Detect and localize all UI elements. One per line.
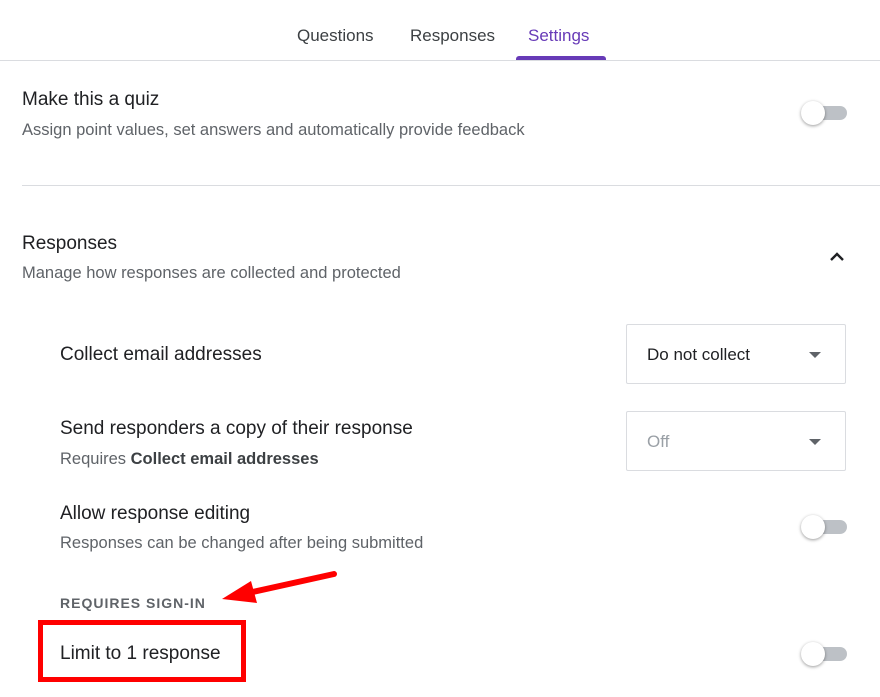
- tab-questions[interactable]: Questions: [297, 26, 374, 46]
- quiz-description: Assign point values, set answers and aut…: [22, 121, 525, 139]
- send-copy-selected-value: Off: [647, 432, 670, 451]
- collect-email-selected-value: Do not collect: [647, 345, 750, 364]
- allow-editing-description: Responses can be changed after being sub…: [60, 534, 424, 552]
- allow-editing-label: Allow response editing: [60, 503, 251, 524]
- responses-section-description: Manage how responses are collected and p…: [22, 264, 401, 282]
- quiz-title: Make this a quiz: [22, 89, 160, 110]
- toggle-thumb: [801, 101, 825, 125]
- chevron-up-icon[interactable]: [827, 248, 847, 264]
- tab-settings[interactable]: Settings: [528, 26, 589, 46]
- annotation-arrow-icon: [222, 571, 337, 603]
- send-copy-requirement-bold: Collect email addresses: [130, 450, 319, 468]
- toggle-thumb: [801, 515, 825, 539]
- tab-responses[interactable]: Responses: [410, 26, 495, 46]
- collect-email-select[interactable]: Do not collect: [626, 324, 846, 384]
- quiz-toggle[interactable]: [801, 100, 847, 125]
- send-copy-requirement: Requires Collect email addresses: [60, 450, 319, 469]
- toggle-thumb: [801, 642, 825, 666]
- responses-section-title: Responses: [22, 233, 118, 254]
- dropdown-arrow-icon: [809, 439, 821, 445]
- limit-response-label: Limit to 1 response: [60, 643, 221, 664]
- allow-editing-toggle[interactable]: [801, 514, 847, 539]
- section-divider: [22, 185, 880, 186]
- dropdown-arrow-icon: [809, 352, 821, 358]
- send-copy-select[interactable]: Off: [626, 411, 846, 471]
- requires-signin-heading: REQUIRES SIGN-IN: [60, 595, 206, 611]
- limit-response-toggle[interactable]: [801, 641, 847, 666]
- send-copy-requirement-prefix: Requires: [60, 450, 131, 468]
- active-tab-indicator: [516, 56, 606, 60]
- send-copy-label: Send responders a copy of their response: [60, 418, 413, 439]
- tab-bar: Questions Responses Settings: [0, 0, 880, 61]
- collect-email-label: Collect email addresses: [60, 344, 262, 365]
